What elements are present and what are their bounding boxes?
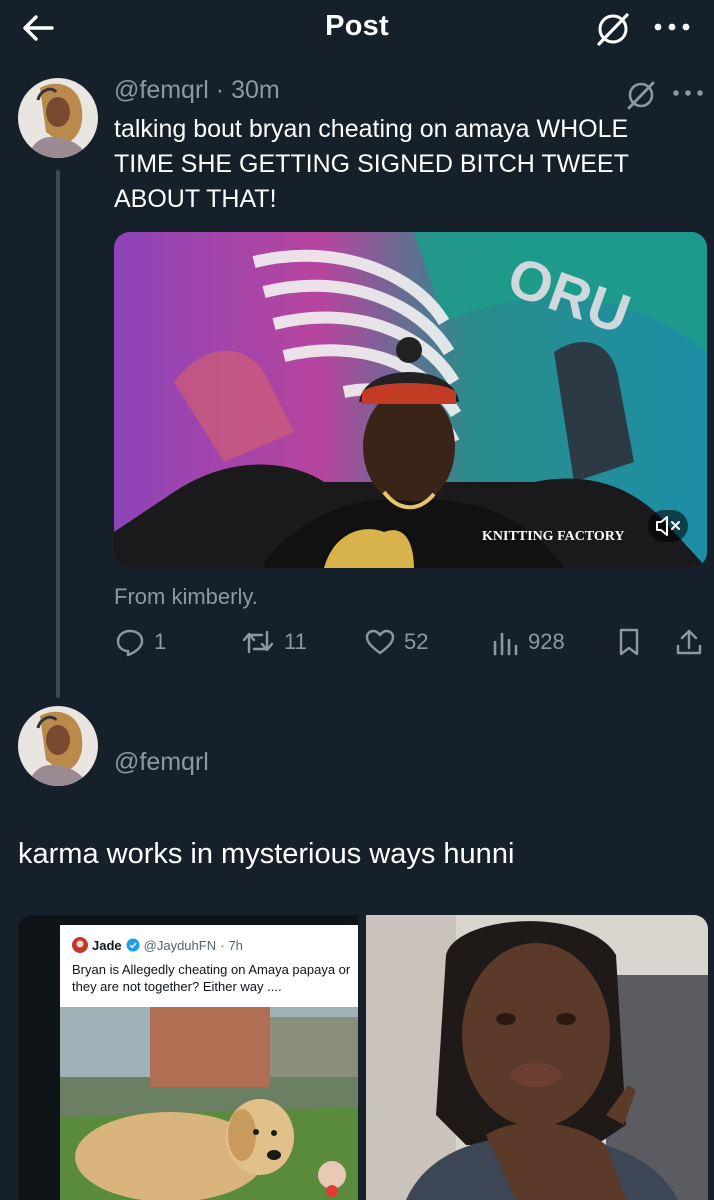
tweet-text: talking bout bryan cheating on amaya WHO… bbox=[114, 115, 629, 213]
share-icon bbox=[676, 629, 702, 655]
more-icon[interactable] bbox=[668, 80, 708, 106]
video-player[interactable]: ORU KNITTING FACTORY bbox=[114, 232, 707, 568]
avatar[interactable] bbox=[18, 78, 98, 158]
thread-line bbox=[56, 170, 60, 698]
retweet-count: 11 bbox=[284, 629, 307, 654]
tweet-author-row: @femqrl · 30m bbox=[114, 76, 280, 105]
reply-icon bbox=[116, 629, 144, 657]
quoted-tweet-card: Jade @JayduhFN · 7h Bryan is Allegedly che… bbox=[60, 925, 358, 1200]
like-action[interactable]: 52 bbox=[364, 622, 428, 662]
top-bar: Post bbox=[0, 0, 714, 56]
quoted-time: 7h bbox=[228, 937, 243, 953]
grok-icon[interactable] bbox=[594, 10, 632, 48]
mute-icon[interactable] bbox=[648, 510, 688, 542]
tweet-handle[interactable]: @femqrl bbox=[114, 76, 209, 104]
quoted-screenshot-image[interactable]: Jade @JayduhFN · 7h Bryan is Allegedly che… bbox=[18, 915, 358, 1200]
views-action[interactable]: 928 bbox=[490, 622, 565, 662]
reply-text: karma works in mysterious ways hunni bbox=[18, 838, 515, 870]
dog-photo bbox=[60, 1007, 358, 1200]
share-action[interactable] bbox=[674, 622, 712, 662]
source-note: From kimberly. bbox=[114, 584, 258, 609]
views-icon bbox=[493, 632, 518, 656]
quoted-avatar bbox=[72, 937, 88, 953]
quoted-tweet-header: Jade @JayduhFN · 7h bbox=[72, 937, 243, 953]
like-icon bbox=[365, 629, 395, 655]
separator-dot: · bbox=[220, 937, 225, 953]
avatar[interactable] bbox=[18, 706, 98, 786]
like-count: 52 bbox=[404, 629, 429, 654]
reply-action[interactable]: 1 bbox=[114, 622, 166, 662]
bookmark-icon bbox=[619, 628, 639, 656]
reply-handle[interactable]: @femqrl bbox=[114, 748, 209, 777]
retweet-action[interactable]: 11 bbox=[240, 622, 307, 662]
reply-count: 1 bbox=[154, 629, 167, 654]
quoted-handle: @JayduhFN bbox=[143, 937, 217, 953]
more-icon[interactable] bbox=[650, 12, 694, 42]
quoted-tweet-text: Bryan is Allegedly cheating on Amaya pap… bbox=[72, 962, 351, 994]
separator-dot: · bbox=[208, 76, 232, 104]
retweet-icon bbox=[242, 630, 274, 654]
views-count: 928 bbox=[528, 629, 565, 654]
screenshot-edge bbox=[18, 915, 60, 1200]
verified-icon bbox=[126, 938, 140, 952]
quoted-author-name: Jade bbox=[92, 937, 122, 953]
tweet-time[interactable]: 30m bbox=[231, 76, 280, 104]
media-grid: Jade @JayduhFN · 7h Bryan is Allegedly che… bbox=[18, 915, 708, 1200]
bookmark-action[interactable] bbox=[614, 622, 652, 662]
grok-icon[interactable] bbox=[624, 78, 658, 112]
man-reaction-image[interactable] bbox=[366, 915, 708, 1200]
video-overlay-text: KNITTING FACTORY bbox=[482, 529, 625, 544]
